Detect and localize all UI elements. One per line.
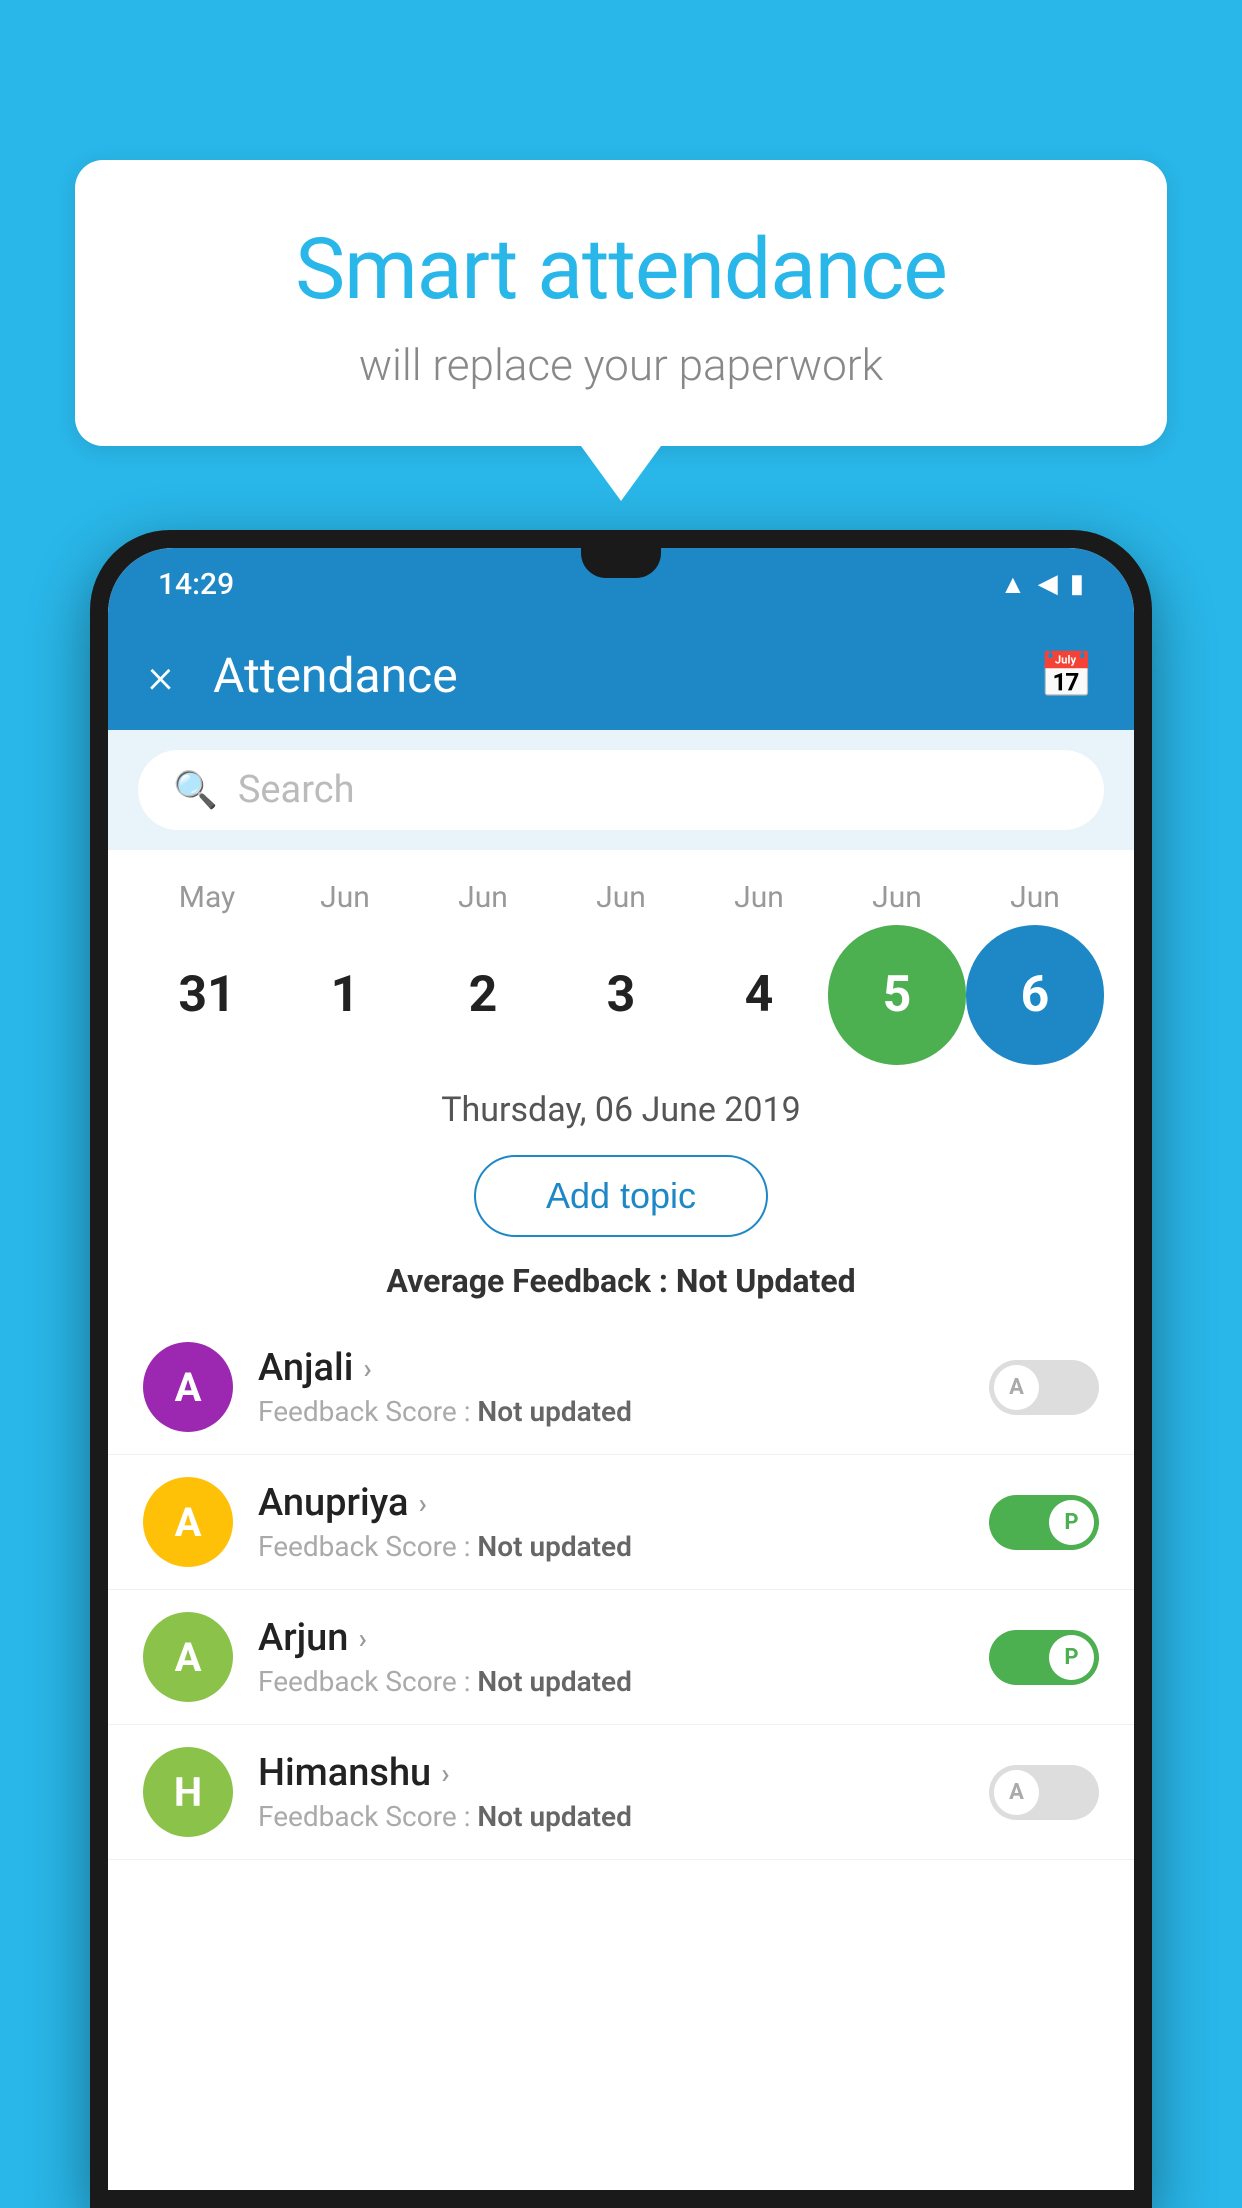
cal-month-5: Jun: [828, 880, 966, 915]
cal-day-2[interactable]: 2: [414, 925, 552, 1065]
chevron-right-icon-1: ›: [418, 1487, 426, 1520]
student-item-1[interactable]: A Anupriya › Feedback Score : Not update…: [108, 1455, 1134, 1590]
avg-feedback-value: Not Updated: [676, 1262, 856, 1300]
toggle-knob-0: A: [994, 1365, 1039, 1410]
attendance-toggle-0[interactable]: A: [989, 1360, 1099, 1415]
cal-day-3[interactable]: 3: [552, 925, 690, 1065]
cal-month-0: May: [138, 880, 276, 915]
toggle-knob-1: P: [1049, 1500, 1094, 1545]
wifi-icon: ▲: [1000, 569, 1026, 600]
hero-title: Smart attendance: [155, 220, 1087, 319]
search-bar-container: 🔍 Search: [108, 730, 1134, 850]
toggle-knob-2: P: [1049, 1635, 1094, 1680]
student-item-0[interactable]: A Anjali › Feedback Score : Not updated …: [108, 1320, 1134, 1455]
student-avatar-0: A: [143, 1342, 233, 1432]
student-name-1[interactable]: Anupriya ›: [258, 1481, 964, 1525]
cal-day-6[interactable]: 6: [966, 925, 1104, 1065]
student-avatar-2: A: [143, 1612, 233, 1702]
toggle-knob-3: A: [994, 1770, 1039, 1815]
add-topic-container: Add topic: [108, 1140, 1134, 1252]
add-topic-button[interactable]: Add topic: [474, 1155, 768, 1237]
cal-day-31[interactable]: 31: [138, 925, 276, 1065]
student-list: A Anjali › Feedback Score : Not updated …: [108, 1320, 1134, 2190]
app-bar: × Attendance 📅: [108, 620, 1134, 730]
cal-month-4: Jun: [690, 880, 828, 915]
cal-month-3: Jun: [552, 880, 690, 915]
student-name-3[interactable]: Himanshu ›: [258, 1751, 964, 1795]
status-time: 14:29: [158, 567, 234, 602]
student-feedback-3: Feedback Score : Not updated: [258, 1800, 964, 1833]
status-icons: ▲ ◀ ▮: [1000, 569, 1084, 600]
avg-feedback: Average Feedback : Not Updated: [108, 1252, 1134, 1320]
cal-day-1[interactable]: 1: [276, 925, 414, 1065]
month-row: May Jun Jun Jun Jun Jun Jun: [138, 880, 1104, 915]
chevron-right-icon-2: ›: [358, 1622, 366, 1655]
student-item-3[interactable]: H Himanshu › Feedback Score : Not update…: [108, 1725, 1134, 1860]
speech-bubble-tail: [581, 446, 661, 501]
attendance-toggle-1[interactable]: P: [989, 1495, 1099, 1550]
student-info-2: Arjun › Feedback Score : Not updated: [233, 1616, 989, 1698]
student-avatar-3: H: [143, 1747, 233, 1837]
phone-screen: 14:29 ▲ ◀ ▮ × Attendance 📅 🔍 Search May …: [108, 548, 1134, 2190]
chevron-right-icon-0: ›: [363, 1352, 371, 1385]
attendance-toggle-2[interactable]: P: [989, 1630, 1099, 1685]
student-name-0[interactable]: Anjali ›: [258, 1346, 964, 1390]
search-input[interactable]: Search: [238, 768, 355, 812]
calendar-icon[interactable]: 📅: [1039, 649, 1094, 701]
student-name-2[interactable]: Arjun ›: [258, 1616, 964, 1660]
battery-icon: ▮: [1070, 569, 1084, 599]
notch: [581, 548, 661, 578]
calendar-strip: May Jun Jun Jun Jun Jun Jun 31 1 2 3 4 5…: [108, 850, 1134, 1075]
cal-month-1: Jun: [276, 880, 414, 915]
close-button[interactable]: ×: [148, 647, 173, 704]
attendance-toggle-3[interactable]: A: [989, 1765, 1099, 1820]
speech-bubble: Smart attendance will replace your paper…: [75, 160, 1167, 446]
search-icon: 🔍: [173, 769, 218, 811]
selected-date: Thursday, 06 June 2019: [108, 1075, 1134, 1140]
app-title: Attendance: [213, 647, 1039, 704]
student-item-2[interactable]: A Arjun › Feedback Score : Not updated P: [108, 1590, 1134, 1725]
student-feedback-1: Feedback Score : Not updated: [258, 1530, 964, 1563]
student-info-1: Anupriya › Feedback Score : Not updated: [233, 1481, 989, 1563]
search-bar[interactable]: 🔍 Search: [138, 750, 1104, 830]
signal-icon: ◀: [1038, 569, 1058, 599]
student-avatar-1: A: [143, 1477, 233, 1567]
student-info-0: Anjali › Feedback Score : Not updated: [233, 1346, 989, 1428]
day-row: 31 1 2 3 4 5 6: [138, 925, 1104, 1065]
status-bar: 14:29 ▲ ◀ ▮: [108, 548, 1134, 620]
hero-section: Smart attendance will replace your paper…: [75, 160, 1167, 501]
cal-day-5[interactable]: 5: [828, 925, 966, 1065]
phone-frame: 14:29 ▲ ◀ ▮ × Attendance 📅 🔍 Search May …: [90, 530, 1152, 2208]
student-feedback-0: Feedback Score : Not updated: [258, 1395, 964, 1428]
student-feedback-2: Feedback Score : Not updated: [258, 1665, 964, 1698]
cal-day-4[interactable]: 4: [690, 925, 828, 1065]
cal-month-2: Jun: [414, 880, 552, 915]
chevron-right-icon-3: ›: [441, 1757, 449, 1790]
avg-feedback-label: Average Feedback :: [386, 1262, 675, 1300]
cal-month-6: Jun: [966, 880, 1104, 915]
student-info-3: Himanshu › Feedback Score : Not updated: [233, 1751, 989, 1833]
hero-subtitle: will replace your paperwork: [155, 339, 1087, 391]
